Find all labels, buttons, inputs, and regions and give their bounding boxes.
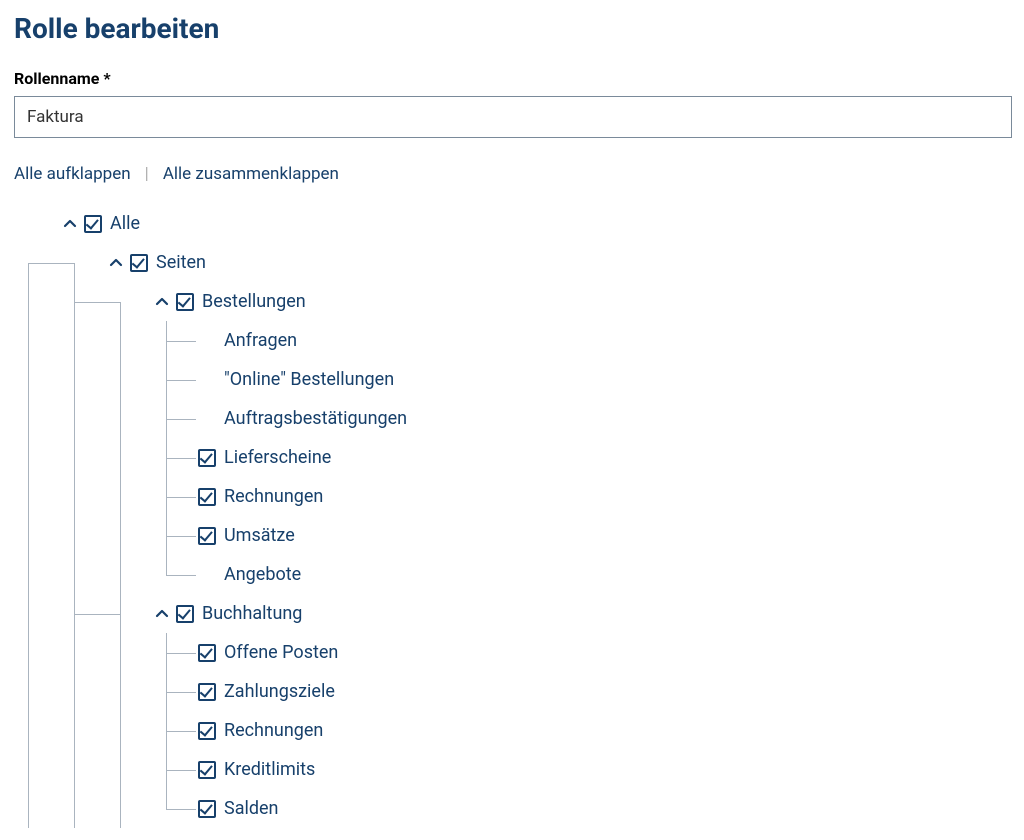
tree-label: Kreditlimits <box>224 759 315 780</box>
tree-label: "Online" Bestellungen <box>224 369 394 390</box>
tree-label: Angebote <box>224 564 301 585</box>
action-separator: | <box>145 164 149 184</box>
chevron-up-icon[interactable] <box>60 214 80 234</box>
tree-label: Rechnungen <box>224 486 323 507</box>
tree-node-buchhaltung: Buchhaltung <box>14 594 1012 633</box>
tree-item: Rechnungen <box>14 477 1012 516</box>
tree-item: Auftragsbestätigungen <box>14 399 1012 438</box>
tree-label: Offene Posten <box>224 642 338 663</box>
tree-node-bestellungen: Bestellungen <box>14 282 1012 321</box>
chevron-up-icon[interactable] <box>152 292 172 312</box>
tree-node-seiten: Seiten <box>14 243 1012 282</box>
tree-node-alle: Alle <box>14 204 1012 243</box>
tree-label: Buchhaltung <box>202 603 302 624</box>
tree-item: Rechnungen <box>14 711 1012 750</box>
page-title: Rolle bearbeiten <box>14 12 1012 45</box>
tree-label: Anfragen <box>224 330 297 351</box>
rolename-input[interactable] <box>14 96 1012 138</box>
checkbox-zahlungsziele[interactable] <box>198 683 216 701</box>
chevron-up-icon[interactable] <box>152 604 172 624</box>
checkbox-alle[interactable] <box>84 215 102 233</box>
tree-label: Seiten <box>156 252 206 273</box>
tree-item: Lieferscheine <box>14 438 1012 477</box>
checkbox-kreditlimits[interactable] <box>198 761 216 779</box>
collapse-all-link[interactable]: Alle zusammenklappen <box>163 164 339 184</box>
checkbox-lieferscheine[interactable] <box>198 449 216 467</box>
tree-actions: Alle aufklappen | Alle zusammenklappen <box>14 164 1012 184</box>
tree-item: Umsätze <box>14 516 1012 555</box>
tree-label: Lieferscheine <box>224 447 331 468</box>
permission-tree: Alle Seiten Bestellungen Anfragen <box>14 204 1012 828</box>
tree-label: Auftragsbestätigungen <box>224 408 407 429</box>
checkbox-salden[interactable] <box>198 800 216 818</box>
tree-item: Zahlungsziele <box>14 672 1012 711</box>
tree-item: "Online" Bestellungen <box>14 360 1012 399</box>
checkbox-rechnungen-bh[interactable] <box>198 722 216 740</box>
tree-label: Bestellungen <box>202 291 306 312</box>
tree-label: Zahlungsziele <box>224 681 335 702</box>
tree-item: Offene Posten <box>14 633 1012 672</box>
tree-label: Alle <box>110 213 140 234</box>
chevron-up-icon[interactable] <box>106 253 126 273</box>
checkbox-rechnungen[interactable] <box>198 488 216 506</box>
checkbox-offene-posten[interactable] <box>198 644 216 662</box>
checkbox-buchhaltung[interactable] <box>176 605 194 623</box>
rolename-label: Rollenname * <box>14 69 1012 88</box>
checkbox-umsaetze[interactable] <box>198 527 216 545</box>
tree-label: Umsätze <box>224 525 295 546</box>
tree-item: Salden <box>14 789 1012 828</box>
tree-item: Anfragen <box>14 321 1012 360</box>
checkbox-seiten[interactable] <box>130 254 148 272</box>
tree-label: Rechnungen <box>224 720 323 741</box>
tree-item: Angebote <box>14 555 1012 594</box>
expand-all-link[interactable]: Alle aufklappen <box>14 164 131 184</box>
tree-item: Kreditlimits <box>14 750 1012 789</box>
checkbox-bestellungen[interactable] <box>176 293 194 311</box>
tree-label: Salden <box>224 798 279 819</box>
